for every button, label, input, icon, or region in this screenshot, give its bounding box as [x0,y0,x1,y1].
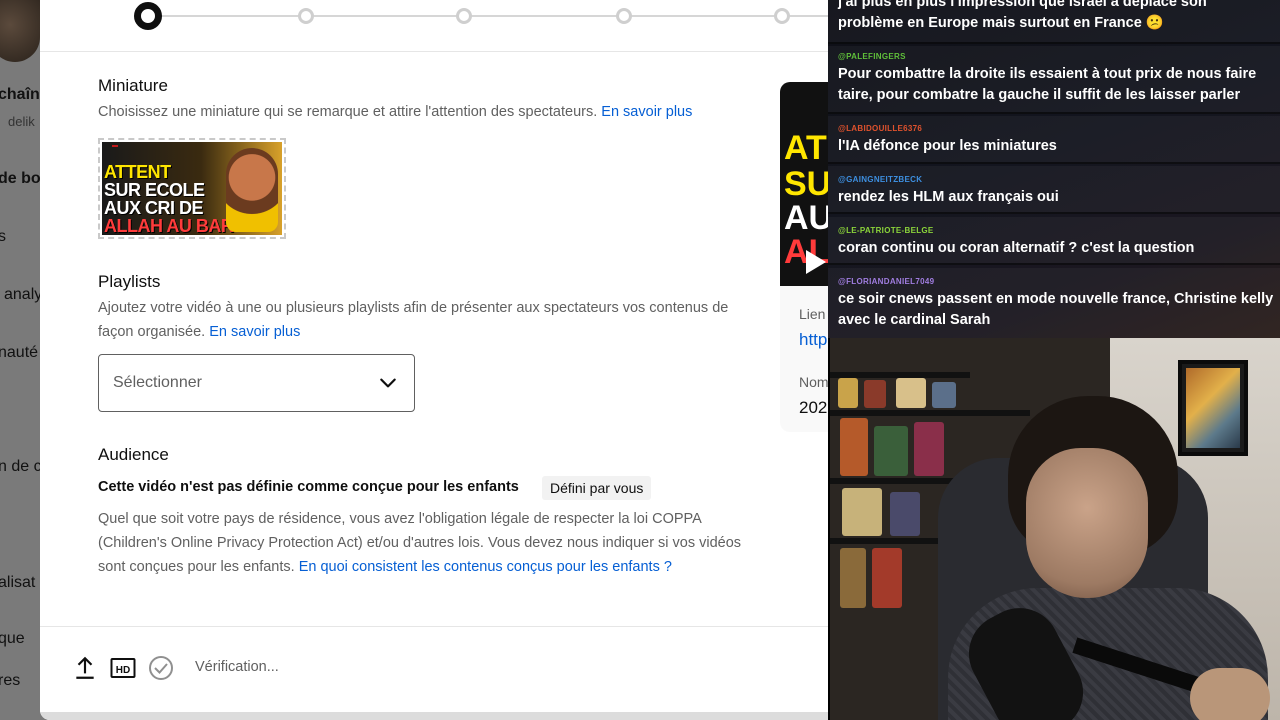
bg-text: delik [8,114,35,129]
preview-text: AU [784,199,834,237]
shelf-item [874,426,908,476]
stream-chat: j'ai plus en plus l'impression que israe… [828,0,1280,342]
chat-username: @FLORIANDANIEL7049 [838,277,935,286]
audience-chip: Défini par vous [542,476,652,500]
file-name-label: Nom [799,374,829,390]
shelf-item [840,548,866,608]
chat-message: @PALEFINGERS Pour combattre la droite il… [828,46,1280,114]
thumbnail-text: ALLAH AU BAR [104,216,234,235]
chat-message: j'ai plus en plus l'impression que israe… [828,0,1280,44]
shelf-item [914,422,944,476]
bg-text: n de c [0,458,42,475]
miniature-learn-more-link[interactable]: En savoir plus [601,104,692,120]
bg-text: que [0,630,25,647]
playlists-description-text: Ajoutez votre vidéo à une ou plusieurs p… [98,300,729,340]
chat-message-text: ce soir cnews passent en mode nouvelle f… [838,291,1274,328]
miniature-title: Miniature [98,76,168,95]
playlist-select-label: Sélectionner [113,374,202,391]
shelf-item [838,378,858,408]
thumbnail-tag [112,145,118,147]
channel-avatar [0,0,40,62]
chat-message-text: coran continu ou coran alternatif ? c'es… [838,240,1195,256]
file-name: 202 [799,398,828,417]
webcam-feed [828,338,1280,720]
upload-stepper [40,0,840,52]
wall-frame [1178,360,1248,456]
step-checks[interactable] [456,8,472,24]
bg-text: res [0,672,21,689]
preview-text: SU [784,165,832,203]
miniature-description: Choisissez une miniature qui se remarque… [98,100,778,124]
upload-icon[interactable] [72,655,98,681]
thumbnail-option[interactable]: ATTENT SUR ECOLE AUX CRI DE ALLAH AU BAR [98,138,286,239]
audience-learn-more-link[interactable]: En quoi consistent les contenus conçus p… [299,559,672,575]
step-final[interactable] [774,8,790,24]
chat-message-text: rendez les HLM aux français oui [838,189,1059,205]
video-link[interactable]: http [799,330,827,350]
check-circle-icon[interactable] [148,655,174,681]
dialog-footer: HD Vérification... [40,626,840,720]
playlists-learn-more-link[interactable]: En savoir plus [209,324,300,340]
audience-title: Audience [98,445,169,464]
thumbnail-image: ATTENT SUR ECOLE AUX CRI DE ALLAH AU BAR [102,142,282,235]
chat-message-text: l'IA défonce pour les miniatures [838,138,1057,154]
bg-text: nauté [0,344,39,361]
bg-text: analy [4,286,43,303]
audience-description: Quel que soit votre pays de résidence, v… [98,507,758,579]
bg-text: s [0,228,6,245]
upload-dialog: Miniature Choisissez une miniature qui s… [40,0,840,720]
video-link-label: Lien [799,306,826,322]
chevron-down-icon [380,378,396,388]
playlists-title: Playlists [98,272,161,291]
horizontal-scrollbar[interactable] [40,712,840,720]
chat-message: @GAINGNEITZBECK rendez les HLM aux franç… [828,166,1280,214]
shelf-item [932,382,956,408]
bg-text: alisat [0,574,36,591]
svg-text:HD: HD [116,665,130,676]
screen: chaînc delik de bo s analy nauté n de c … [0,0,1280,720]
miniature-description-text: Choisissez une miniature qui se remarque… [98,104,598,120]
chat-username: @LE-PATRIOTE-BELGE [838,226,934,235]
audience-status: Cette vidéo n'est pas définie comme conç… [98,479,519,495]
bg-text: de bo [0,170,41,187]
shelf [830,410,1030,416]
shelf-item [890,492,920,536]
chat-message-text: Pour combattre la droite ils essaient à … [838,66,1257,103]
person-face [1026,448,1148,598]
shelf-item [842,488,882,536]
person-hand [1190,668,1270,720]
play-icon[interactable] [806,250,826,274]
step-video-elements[interactable] [298,8,314,24]
chat-username: @PALEFINGERS [838,52,906,61]
playlist-select[interactable]: Sélectionner [98,354,415,412]
shelf-item [864,380,886,408]
preview-text: AT [784,129,827,167]
shelf-item [872,548,902,608]
upload-status: Vérification... [195,659,279,675]
hd-icon[interactable]: HD [110,655,136,681]
chat-username: @GAINGNEITZBECK [838,175,923,184]
shelf-item [840,418,868,476]
chat-message: @LE-PATRIOTE-BELGE coran continu ou cora… [828,217,1280,265]
shelf-item [896,378,926,408]
chat-message-text: j'ai plus en plus l'impression que israe… [838,0,1207,31]
chat-message: @LABIDOUILLE6376 l'IA défonce pour les m… [828,116,1280,164]
step-visibility[interactable] [616,8,632,24]
chat-username: @LABIDOUILLE6376 [838,124,923,133]
thumbnail-character [226,148,278,232]
chat-message: @FLORIANDANIEL7049 ce soir cnews passent… [828,268,1280,340]
step-details[interactable] [134,2,162,30]
playlists-description: Ajoutez votre vidéo à une ou plusieurs p… [98,296,738,344]
stepper-line [148,15,840,17]
